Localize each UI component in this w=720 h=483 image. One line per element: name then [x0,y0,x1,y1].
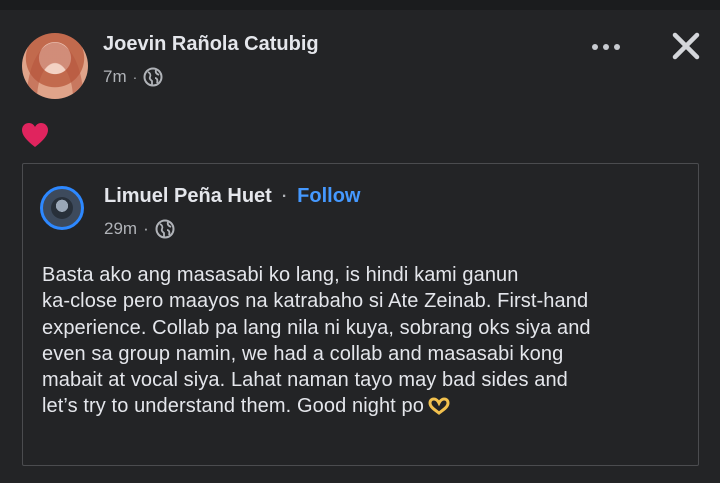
shared-author-avatar[interactable] [40,186,84,230]
shared-post-body: Basta ako ang masasabi ko lang, is hindi… [42,262,682,420]
heart-hands-icon [428,397,450,416]
body-line-text: let’s try to understand them. Good night… [42,395,424,418]
body-line: ka-close pero maayos na katrabaho si Ate… [42,290,589,313]
post-meta: 7m · [103,66,163,88]
author-avatar[interactable] [22,33,88,99]
author-name[interactable]: Joevin Rañola Catubig [103,33,319,56]
shared-post-card[interactable]: Limuel Peña Huet · Follow 29m · Basta ak… [22,163,699,466]
red-heart-icon [22,123,48,147]
more-dots-icon [592,44,598,50]
shared-post-meta: 29m · [104,218,175,240]
shared-author-name[interactable]: Limuel Peña Huet [104,185,272,208]
post-time[interactable]: 7m [103,67,127,87]
body-line: experience. Collab pa lang nila ni kuya,… [42,316,591,339]
globe-icon[interactable] [155,219,175,239]
close-icon[interactable] [668,28,704,64]
meta-separator: · [143,219,149,238]
body-line-last: let’s try to understand them. Good night… [42,393,682,419]
meta-separator: · [132,69,138,85]
status-bar-strip [0,0,720,10]
body-line: even sa group namin, we had a collab and… [42,342,564,365]
more-dot [614,44,620,50]
name-separator: · [281,187,288,205]
globe-icon[interactable] [143,67,163,87]
shared-post-time[interactable]: 29m [104,219,137,239]
body-line: mabait at vocal siya. Lahat naman tayo m… [42,369,568,392]
follow-button[interactable]: Follow [297,185,360,208]
more-options-button[interactable] [588,33,624,61]
shared-author-row: Limuel Peña Huet · Follow [104,185,360,208]
body-line: Basta ako ang masasabi ko lang, is hindi… [42,264,519,286]
more-dot [603,44,609,50]
